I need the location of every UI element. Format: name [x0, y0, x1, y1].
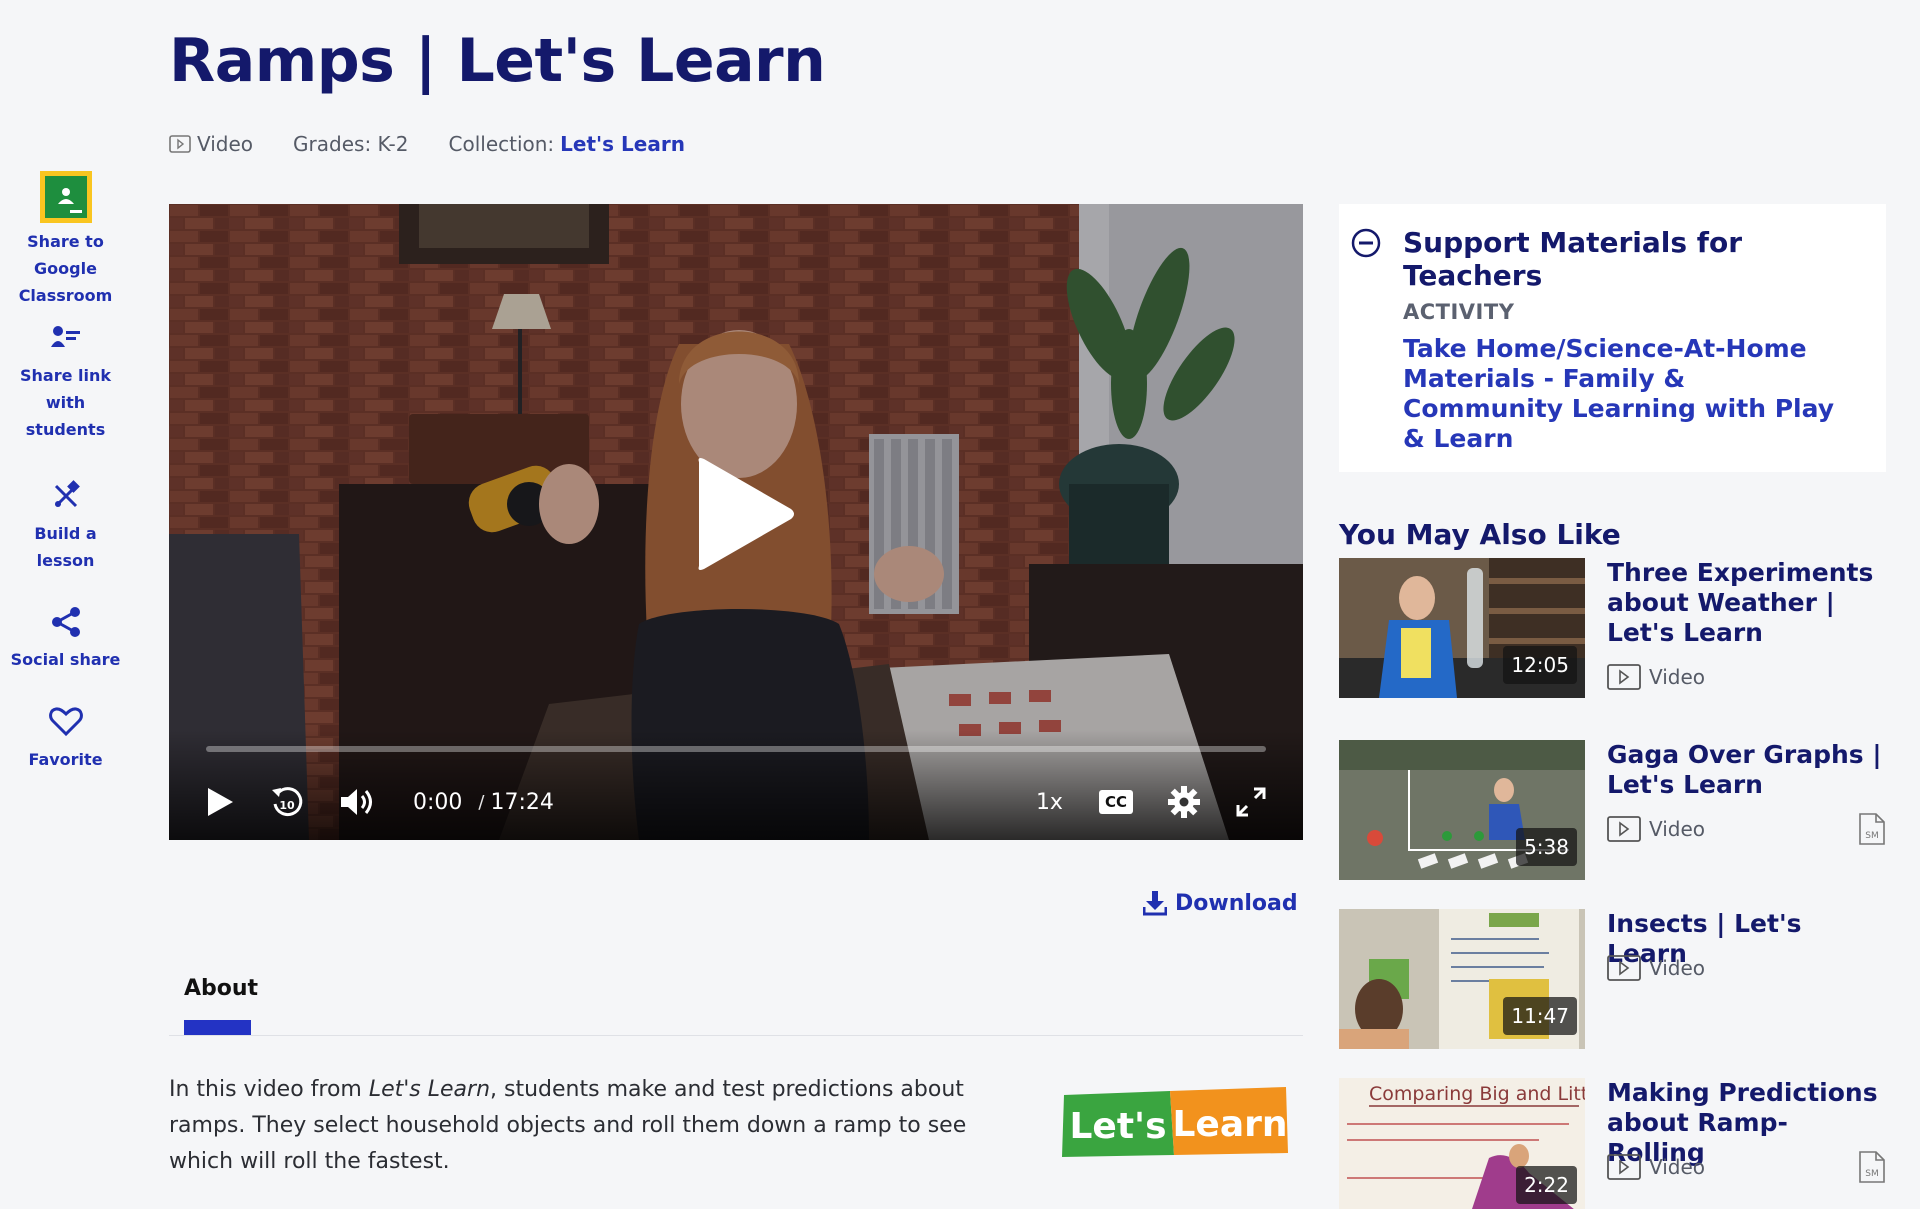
support-materials-icon: SM — [1859, 1151, 1885, 1183]
duration-badge: 11:47 — [1503, 997, 1577, 1035]
lets-learn-logo: Let's Learn — [1062, 1087, 1288, 1157]
favorite-button[interactable]: Favorite — [0, 702, 131, 782]
progress-bar[interactable] — [206, 746, 1266, 752]
time-separator: / — [478, 791, 485, 813]
build-lesson-button[interactable]: Build a lesson — [0, 476, 131, 602]
related-type-label: Video — [1649, 956, 1706, 980]
related-title[interactable]: Gaga Over Graphs | Let's Learn — [1607, 740, 1882, 800]
related-thumbnail[interactable]: 11:47 — [1339, 909, 1585, 1049]
video-icon — [1607, 955, 1641, 981]
download-button[interactable]: Download — [1143, 890, 1298, 916]
tab-about[interactable]: About — [184, 976, 258, 1001]
related-type-label: Video — [1649, 1155, 1706, 1179]
related-thumbnail[interactable]: Comparing Big and Littl 2:22 — [1339, 1078, 1585, 1209]
related-item[interactable]: 12:05 Three Experiments about Weather | … — [1339, 558, 1886, 698]
rail-label: Build a lesson — [34, 524, 97, 570]
share-google-classroom-button[interactable]: Share to Google Classroom — [0, 170, 131, 318]
video-icon — [1607, 816, 1641, 842]
volume-icon — [341, 789, 372, 815]
play-button[interactable] — [205, 786, 235, 818]
collapse-button[interactable] — [1351, 228, 1381, 262]
duration-badge: 2:22 — [1516, 1166, 1577, 1204]
video-icon — [1607, 1154, 1641, 1180]
fullscreen-icon — [1236, 787, 1266, 817]
support-materials-icon: SM — [1859, 813, 1885, 845]
content-tabs: About — [169, 970, 1303, 1036]
download-label: Download — [1175, 890, 1298, 916]
svg-text:10: 10 — [279, 799, 295, 812]
related-type: Video — [1607, 816, 1705, 842]
about-prefix: In this video from — [169, 1077, 369, 1102]
cc-icon: CC — [1098, 790, 1133, 814]
related-thumbnail[interactable]: 5:38 — [1339, 740, 1585, 880]
heart-icon — [48, 702, 83, 742]
video-icon — [1607, 664, 1641, 690]
related-thumbnail[interactable]: 12:05 — [1339, 558, 1585, 698]
related-type: Video — [1607, 955, 1705, 981]
share-link-icon — [50, 318, 82, 358]
support-activity-link[interactable]: Take Home/Science-At-Home Materials - Fa… — [1403, 334, 1843, 454]
related-heading: You May Also Like — [1339, 518, 1621, 551]
captions-button[interactable]: CC — [1098, 790, 1133, 814]
share-rail: Share to Google Classroom Share link wit… — [0, 170, 131, 782]
video-icon — [169, 135, 191, 153]
support-materials-panel: Support Materials for Teachers ACTIVITY … — [1339, 204, 1886, 472]
support-heading: Support Materials for Teachers — [1403, 226, 1743, 292]
related-type: Video — [1607, 664, 1705, 690]
rail-label: Share link with students — [19, 366, 112, 439]
duration-badge: 12:05 — [1503, 646, 1577, 684]
gear-icon — [1168, 786, 1200, 818]
svg-text:Learn: Learn — [1172, 1104, 1287, 1145]
related-type: Video — [1607, 1154, 1705, 1180]
svg-text:Comparing Big and Littl: Comparing Big and Littl — [1369, 1083, 1585, 1105]
rail-label: Share to Google Classroom — [18, 232, 113, 305]
volume-button[interactable] — [339, 786, 377, 818]
svg-text:SM: SM — [1865, 831, 1878, 841]
current-time: 0:00 — [413, 789, 463, 815]
related-type-label: Video — [1649, 665, 1706, 689]
resource-meta: Video Grades: K-2 Collection: Let's Lear… — [169, 132, 685, 156]
google-classroom-icon — [39, 170, 93, 224]
related-item[interactable]: Comparing Big and Littl 2:22 Making Pred… — [1339, 1078, 1886, 1209]
share-link-button[interactable]: Share link with students — [0, 318, 131, 476]
about-description: In this video from Let's Learn, students… — [169, 1072, 1029, 1180]
page-title: Ramps | Let's Learn — [169, 26, 826, 96]
rewind-10-icon: 10 — [272, 787, 303, 817]
settings-button[interactable] — [1167, 785, 1201, 819]
build-lesson-icon — [50, 476, 82, 516]
related-item[interactable]: 5:38 Gaga Over Graphs | Let's Learn Vide… — [1339, 740, 1886, 880]
duration-badge: 5:38 — [1516, 828, 1577, 866]
minus-circle-icon — [1351, 228, 1381, 258]
fullscreen-button[interactable] — [1235, 786, 1267, 818]
related-item[interactable]: 11:47 Insects | Let's Learn Video — [1339, 909, 1886, 1049]
download-icon — [1143, 891, 1167, 916]
svg-text:SM: SM — [1865, 1169, 1878, 1179]
related-title[interactable]: Three Experiments about Weather | Let's … — [1607, 558, 1882, 648]
grades: Grades: K-2 — [293, 132, 409, 156]
media-type: Video — [169, 132, 253, 156]
play-icon — [208, 788, 233, 816]
support-kind: ACTIVITY — [1403, 300, 1515, 324]
duration: 17:24 — [490, 789, 554, 815]
about-series: Let's Learn — [368, 1077, 491, 1102]
video-player[interactable]: 10 0:00 / 17:24 1x CC — [169, 204, 1303, 840]
collection-link[interactable]: Let's Learn — [560, 132, 685, 156]
rewind-10-button[interactable]: 10 — [269, 784, 305, 820]
related-type-label: Video — [1649, 817, 1706, 841]
svg-text:Let's: Let's — [1069, 1106, 1166, 1147]
media-type-label: Video — [197, 132, 254, 156]
collection-prefix: Collection: — [448, 132, 555, 156]
share-icon — [49, 602, 83, 642]
playback-rate-button[interactable]: 1x — [1036, 790, 1063, 815]
collection: Collection: Let's Learn — [449, 132, 685, 156]
active-tab-indicator — [184, 1020, 251, 1035]
rail-label: Favorite — [28, 750, 103, 769]
big-play-button[interactable] — [689, 454, 799, 574]
social-share-button[interactable]: Social share — [0, 602, 131, 702]
player-controls: 10 0:00 / 17:24 1x CC — [169, 774, 1303, 830]
rail-label: Social share — [10, 650, 121, 669]
